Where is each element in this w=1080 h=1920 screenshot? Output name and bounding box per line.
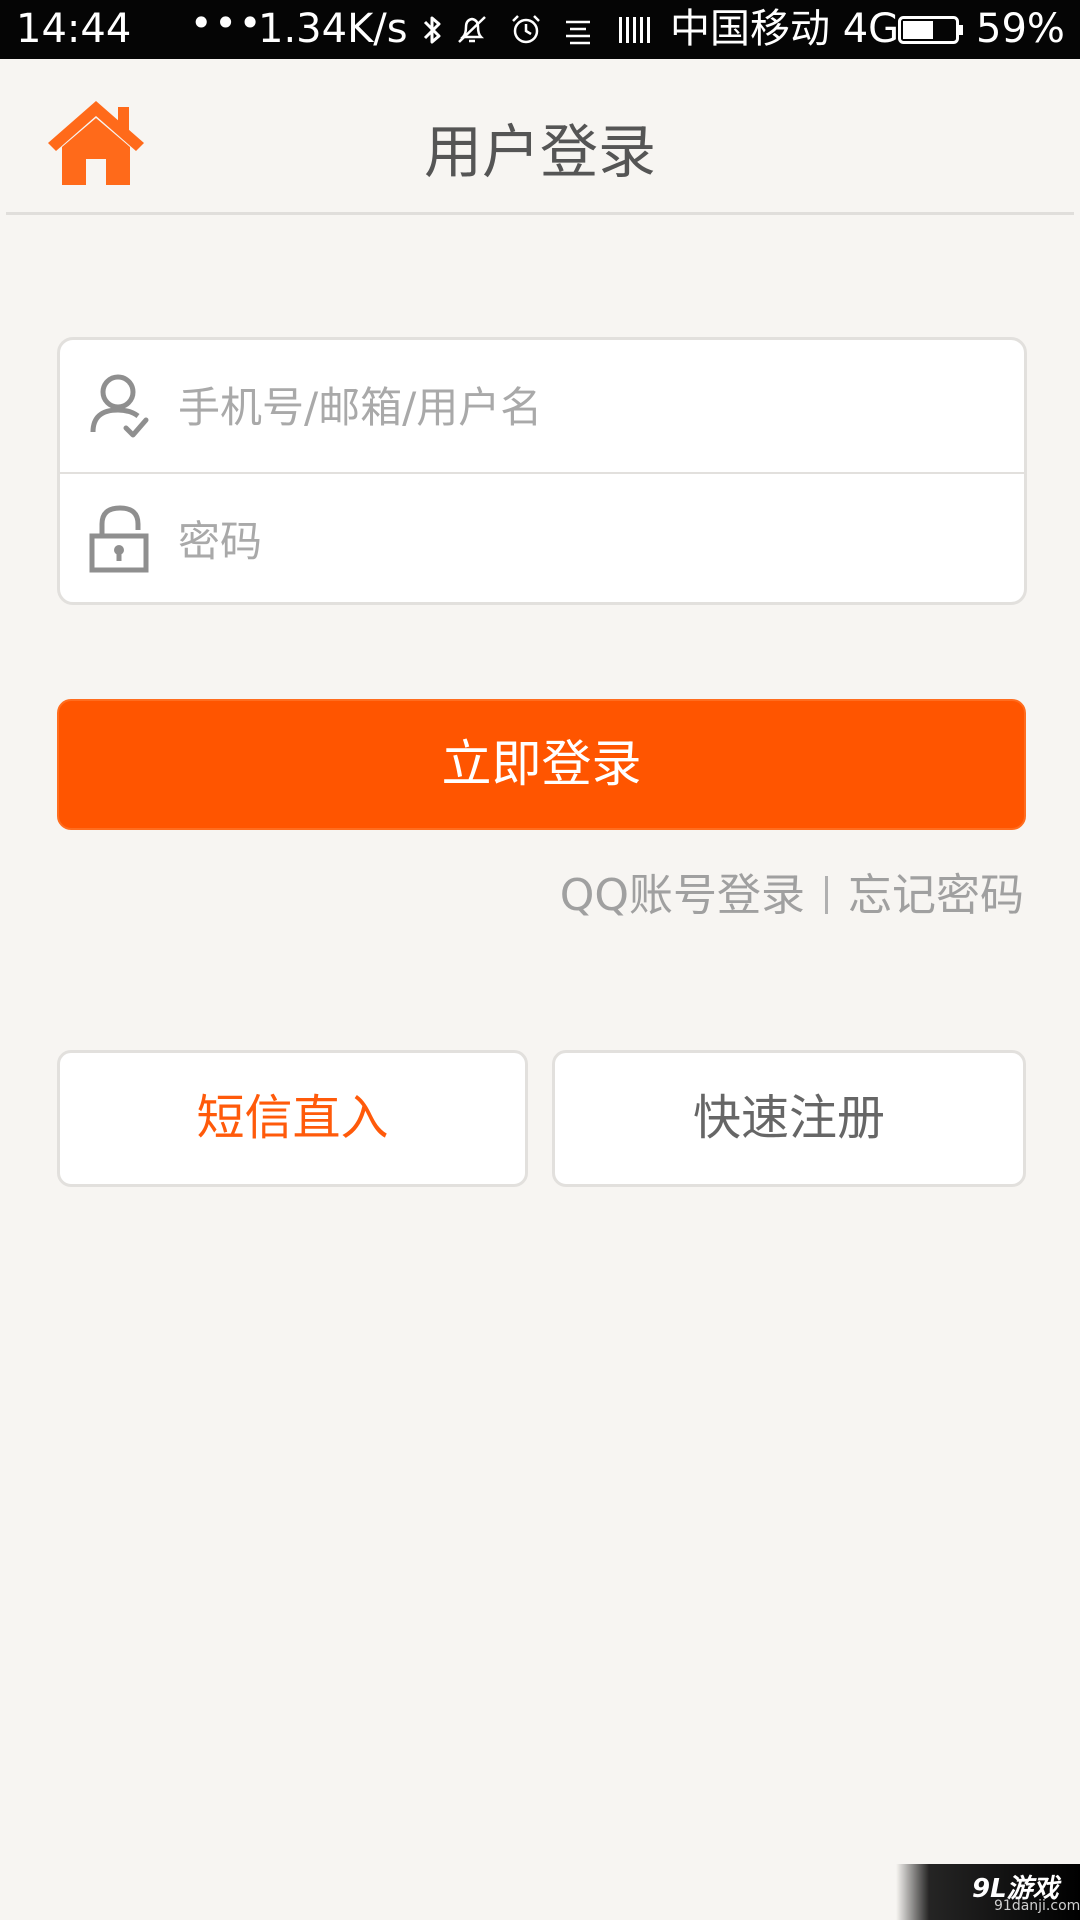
status-battery-percent: 59% bbox=[976, 6, 1065, 52]
login-links: QQ账号登录 忘记密码 bbox=[560, 866, 1024, 926]
vibrate-off-icon bbox=[458, 16, 486, 43]
watermark-url: 91danji.com bbox=[994, 1898, 1080, 1914]
login-form-card bbox=[57, 337, 1027, 605]
lock-icon bbox=[89, 505, 149, 573]
status-dots: ••• bbox=[190, 1, 264, 45]
username-field bbox=[60, 340, 1024, 472]
notification-lines-icon bbox=[566, 20, 590, 45]
password-field bbox=[60, 474, 1024, 606]
status-net-speed: 1.34K/s bbox=[258, 6, 408, 52]
login-button[interactable]: 立即登录 bbox=[57, 699, 1026, 830]
forgot-password-link[interactable]: 忘记密码 bbox=[848, 870, 1024, 921]
password-input[interactable] bbox=[176, 502, 980, 580]
link-separator bbox=[825, 876, 828, 914]
header-divider bbox=[6, 212, 1074, 215]
app-header: 用户登录 bbox=[0, 59, 1080, 213]
battery-icon bbox=[898, 16, 963, 44]
signal-bars-icon bbox=[619, 17, 650, 43]
alarm-icon bbox=[512, 15, 540, 44]
site-watermark: 9L游戏 91danji.com bbox=[896, 1864, 1080, 1920]
username-input[interactable] bbox=[176, 368, 980, 446]
bluetooth-icon bbox=[423, 16, 441, 44]
status-time: 14:44 bbox=[16, 6, 132, 52]
qq-login-link[interactable]: QQ账号登录 bbox=[560, 870, 805, 921]
quick-register-button[interactable]: 快速注册 bbox=[552, 1050, 1026, 1187]
user-icon bbox=[90, 374, 149, 438]
status-carrier: 中国移动 4G bbox=[670, 6, 900, 52]
page-title: 用户登录 bbox=[423, 118, 656, 186]
status-bar: 14:44 ••• 1.34K/s 中国移动 4G 59% bbox=[0, 0, 1080, 59]
sms-login-button[interactable]: 短信直入 bbox=[57, 1050, 528, 1187]
